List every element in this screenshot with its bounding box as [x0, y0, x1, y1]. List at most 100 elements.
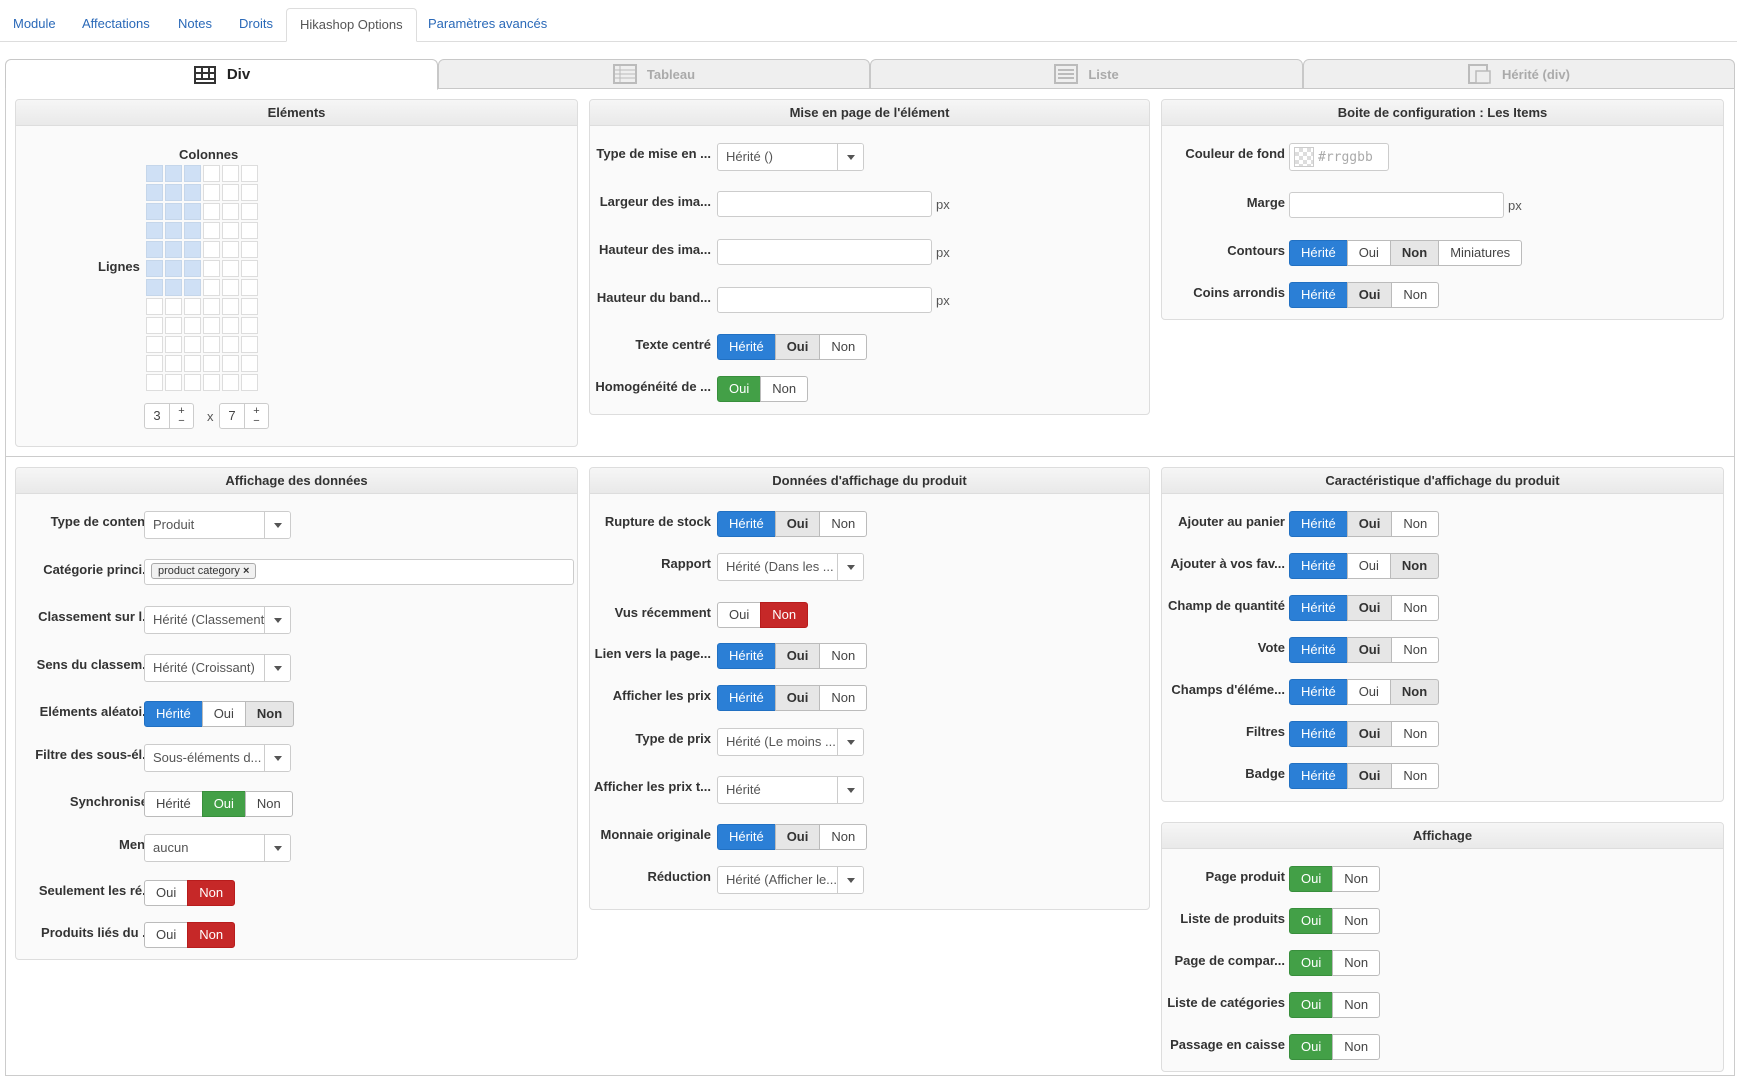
option-herite[interactable]: Hérité	[1289, 595, 1348, 621]
option-non[interactable]: Non	[1332, 1034, 1381, 1060]
option-oui[interactable]: Oui	[1346, 553, 1391, 579]
bg-color-picker[interactable]: #rrggbb	[1289, 143, 1389, 171]
vote-toggle[interactable]: Hérité Oui Non	[1289, 637, 1440, 663]
option-oui[interactable]: Oui	[774, 643, 821, 669]
view-tab-tableau[interactable]: Tableau	[438, 59, 870, 89]
view-tab-liste[interactable]: Liste	[870, 59, 1303, 89]
tab-module[interactable]: Module	[0, 8, 69, 42]
option-herite[interactable]: Hérité	[717, 685, 776, 711]
menu-select[interactable]: aucun	[144, 834, 291, 862]
view-tab-div[interactable]: Div	[5, 59, 438, 90]
option-oui[interactable]: Oui	[1289, 866, 1334, 892]
margin-input[interactable]	[1289, 192, 1504, 218]
band-height-input[interactable]	[717, 287, 932, 313]
option-non[interactable]: Non	[244, 791, 293, 817]
view-tab-herite-div[interactable]: Hérité (div)	[1303, 59, 1735, 89]
option-non[interactable]: Non	[244, 701, 295, 727]
option-herite[interactable]: Hérité	[717, 511, 776, 537]
layout-type-select[interactable]: Hérité ()	[717, 143, 864, 171]
option-non[interactable]: Non	[1391, 721, 1440, 747]
option-oui[interactable]: Oui	[1346, 721, 1393, 747]
option-non[interactable]: Non	[760, 376, 809, 402]
original-currency-toggle[interactable]: Hérité Oui Non	[717, 824, 868, 850]
report-select[interactable]: Hérité (Dans les ...	[717, 553, 864, 581]
discount-select[interactable]: Hérité (Afficher le...	[717, 866, 864, 894]
option-herite[interactable]: Hérité	[144, 791, 203, 817]
tab-parametres-avances[interactable]: Paramètres avancés	[415, 8, 560, 42]
option-oui[interactable]: Oui	[201, 701, 246, 727]
option-non[interactable]: Non	[1391, 282, 1440, 308]
only-toggle[interactable]: Oui Non	[144, 880, 236, 906]
option-herite[interactable]: Hérité	[1289, 553, 1348, 579]
recently-viewed-toggle[interactable]: Oui Non	[717, 602, 809, 628]
show-price-tax-select[interactable]: Hérité	[717, 776, 864, 804]
option-oui[interactable]: Oui	[144, 880, 189, 906]
option-non[interactable]: Non	[819, 824, 868, 850]
content-type-select[interactable]: Produit	[144, 511, 291, 539]
filters-toggle[interactable]: Hérité Oui Non	[1289, 721, 1440, 747]
option-herite[interactable]: Hérité	[144, 701, 203, 727]
option-oui[interactable]: Oui	[717, 602, 762, 628]
product-link-toggle[interactable]: Hérité Oui Non	[717, 643, 868, 669]
option-non[interactable]: Non	[187, 880, 236, 906]
option-non[interactable]: Non	[760, 602, 809, 628]
option-non[interactable]: Non	[819, 511, 868, 537]
columns-stepper[interactable]: 3 + −	[144, 403, 194, 429]
option-non[interactable]: Non	[819, 643, 868, 669]
option-herite[interactable]: Hérité	[717, 824, 776, 850]
subfilter-select[interactable]: Sous-éléments d...	[144, 744, 291, 772]
option-oui[interactable]: Oui	[1289, 992, 1334, 1018]
tab-droits[interactable]: Droits	[226, 8, 286, 42]
columns-plus-minus[interactable]: + −	[169, 404, 193, 428]
layout-grid-picker[interactable]	[146, 165, 258, 391]
option-miniatures[interactable]: Miniatures	[1438, 240, 1523, 266]
tab-hikashop-options[interactable]: Hikashop Options	[286, 8, 417, 42]
option-non[interactable]: Non	[1332, 992, 1381, 1018]
quantity-field-toggle[interactable]: Hérité Oui Non	[1289, 595, 1440, 621]
price-type-select[interactable]: Hérité (Le moins ...	[717, 728, 864, 756]
option-oui[interactable]: Oui	[717, 376, 762, 402]
option-oui[interactable]: Oui	[1289, 1034, 1334, 1060]
option-oui[interactable]: Oui	[1346, 511, 1393, 537]
product-page-toggle[interactable]: Oui Non	[1289, 866, 1381, 892]
badge-toggle[interactable]: Hérité Oui Non	[1289, 763, 1440, 789]
option-oui[interactable]: Oui	[144, 922, 189, 948]
rows-stepper[interactable]: 7 + −	[219, 403, 269, 429]
option-oui[interactable]: Oui	[774, 685, 821, 711]
option-oui[interactable]: Oui	[1346, 595, 1393, 621]
option-non[interactable]: Non	[187, 922, 236, 948]
option-oui[interactable]: Oui	[201, 791, 246, 817]
sync-toggle[interactable]: Hérité Oui Non	[144, 791, 293, 817]
option-oui[interactable]: Oui	[774, 824, 821, 850]
option-herite[interactable]: Hérité	[1289, 511, 1348, 537]
option-herite[interactable]: Hérité	[1289, 637, 1348, 663]
checkout-toggle[interactable]: Oui Non	[1289, 1034, 1381, 1060]
option-oui[interactable]: Oui	[774, 334, 821, 360]
option-non[interactable]: Non	[1332, 908, 1381, 934]
option-non[interactable]: Non	[1332, 950, 1381, 976]
option-non[interactable]: Non	[1389, 240, 1440, 266]
related-products-toggle[interactable]: Oui Non	[144, 922, 236, 948]
compare-page-toggle[interactable]: Oui Non	[1289, 950, 1381, 976]
option-non[interactable]: Non	[1391, 763, 1440, 789]
option-oui[interactable]: Oui	[1346, 679, 1391, 705]
category-list-toggle[interactable]: Oui Non	[1289, 992, 1381, 1018]
img-width-input[interactable]	[717, 191, 932, 217]
option-oui[interactable]: Oui	[1346, 637, 1393, 663]
option-oui[interactable]: Oui	[1346, 763, 1393, 789]
out-of-stock-toggle[interactable]: Hérité Oui Non	[717, 511, 868, 537]
border-toggle[interactable]: Hérité Oui Non Miniatures	[1289, 240, 1523, 266]
option-herite[interactable]: Hérité	[1289, 679, 1348, 705]
option-non[interactable]: Non	[1391, 595, 1440, 621]
option-oui[interactable]: Oui	[1289, 908, 1334, 934]
rows-plus-minus[interactable]: + −	[244, 404, 268, 428]
homogeneity-toggle[interactable]: Oui Non	[717, 376, 809, 402]
option-non[interactable]: Non	[1389, 679, 1440, 705]
option-non[interactable]: Non	[819, 334, 868, 360]
centered-text-toggle[interactable]: Hérité Oui Non	[717, 334, 868, 360]
element-fields-toggle[interactable]: Hérité Oui Non	[1289, 679, 1440, 705]
option-herite[interactable]: Hérité	[717, 334, 776, 360]
option-oui[interactable]: Oui	[774, 511, 821, 537]
option-herite[interactable]: Hérité	[1289, 282, 1348, 308]
show-price-toggle[interactable]: Hérité Oui Non	[717, 685, 868, 711]
